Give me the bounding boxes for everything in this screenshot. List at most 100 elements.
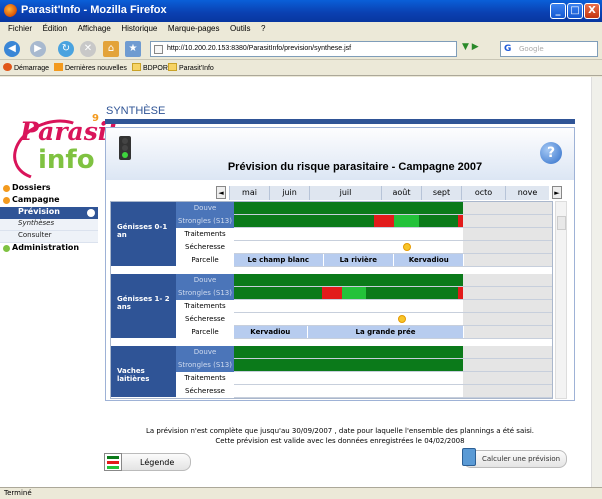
home-icon[interactable]: ⌂ xyxy=(103,41,119,57)
risk-segment[interactable] xyxy=(342,287,367,299)
month-label: juil xyxy=(309,186,381,200)
parcel-block[interactable]: La grande prée xyxy=(307,326,465,338)
bookmark-page-icon[interactable]: ★ xyxy=(125,41,141,57)
go-icon[interactable]: ▼ ▶ xyxy=(462,42,479,52)
risk-segment[interactable] xyxy=(418,215,458,227)
parcel-block[interactable]: La rivière xyxy=(323,254,394,266)
status-text: Terminé xyxy=(4,489,32,497)
sidebar-item-administration[interactable]: Administration xyxy=(0,243,98,255)
firefox-icon xyxy=(3,63,12,71)
risk-segment[interactable] xyxy=(234,274,464,286)
forecast-panel: Prévision du risque parasitaire - Campag… xyxy=(105,127,575,401)
future-area xyxy=(463,287,552,299)
menu-edition[interactable]: Édition xyxy=(43,24,67,33)
bookmark-bdporc[interactable]: BDPORC xyxy=(132,63,173,72)
maximize-button[interactable]: □ xyxy=(567,3,583,19)
future-area xyxy=(463,254,552,266)
future-area xyxy=(463,202,552,214)
grid-scrollbar[interactable] xyxy=(555,201,567,399)
grid-row: Sécheresse xyxy=(176,313,552,326)
drought-sun-icon[interactable] xyxy=(402,243,411,251)
timeline xyxy=(234,385,552,397)
sidebar-item-campagne[interactable]: Campagne xyxy=(0,195,98,207)
menu-outils[interactable]: Outils xyxy=(230,24,250,33)
risk-segment[interactable] xyxy=(374,215,394,227)
scroll-right-button[interactable]: ► xyxy=(552,186,562,199)
risk-segment[interactable] xyxy=(234,215,375,227)
url-bar[interactable]: http://10.200.20.153:8380/ParasitInfo/pr… xyxy=(150,41,457,57)
group-name: Génisses 0-1 an xyxy=(111,202,176,267)
bullet-icon xyxy=(3,197,10,204)
page-title: SYNTHÈSE xyxy=(106,105,166,117)
grid-row: Traitements xyxy=(176,372,552,385)
folder-icon xyxy=(132,63,141,71)
risk-segment[interactable] xyxy=(458,287,464,299)
close-button[interactable]: X xyxy=(584,3,600,19)
bullet-icon xyxy=(3,185,10,192)
future-area xyxy=(463,241,552,253)
menu-fichier[interactable]: Fichier xyxy=(8,24,32,33)
future-area xyxy=(463,228,552,240)
search-engine-icon[interactable]: G xyxy=(504,44,511,54)
menu-marque-pages[interactable]: Marque-pages xyxy=(168,24,220,33)
risk-segment[interactable] xyxy=(366,287,458,299)
row-label: Douve xyxy=(176,346,234,359)
grid-row: Douve xyxy=(176,202,552,215)
future-area xyxy=(463,346,552,358)
help-icon[interactable]: ? xyxy=(540,142,562,164)
timeline xyxy=(234,313,552,325)
legend-button[interactable]: Légende xyxy=(104,453,191,471)
bookmark-dernieres-nouvelles[interactable]: Dernières nouvelles xyxy=(54,63,127,72)
row-label: Traitements xyxy=(176,372,234,385)
back-icon[interactable]: ◀ xyxy=(4,41,20,57)
minimize-button[interactable]: _ xyxy=(550,3,566,19)
grid-row: Sécheresse xyxy=(176,385,552,398)
sidebar-subitem-syntheses[interactable]: Synthèses xyxy=(0,219,98,231)
reload-icon[interactable]: ↻ xyxy=(58,41,74,57)
bookmark-demarrage[interactable]: Démarrage xyxy=(3,63,49,72)
sidebar-item-prevision[interactable]: Prévision xyxy=(0,207,98,219)
sidebar-subitem-consulter[interactable]: Consulter xyxy=(0,231,98,243)
menu-historique[interactable]: Historique xyxy=(121,24,157,33)
grid-row: Traitements xyxy=(176,300,552,313)
menu-help[interactable]: ? xyxy=(261,24,265,33)
parcel-block[interactable]: Kervadiou xyxy=(234,326,308,338)
timeline xyxy=(234,287,552,299)
search-input[interactable]: G Google xyxy=(500,41,598,57)
panel-header: Prévision du risque parasitaire - Campag… xyxy=(106,128,574,180)
scrollbar-thumb[interactable] xyxy=(557,216,566,230)
risk-segment[interactable] xyxy=(234,359,464,371)
row-label: Parcelle xyxy=(176,254,234,267)
search-placeholder: Google xyxy=(519,45,544,53)
parcel-block[interactable]: Le champ blanc xyxy=(234,254,324,266)
rss-icon xyxy=(54,63,63,71)
month-label: août xyxy=(381,186,421,200)
traffic-light-icon xyxy=(119,136,131,160)
risk-segment[interactable] xyxy=(234,346,464,358)
timeline xyxy=(234,241,552,253)
sidebar-item-dossiers[interactable]: Dossiers xyxy=(0,183,98,195)
risk-segment[interactable] xyxy=(458,215,464,227)
parcel-block[interactable]: Kervadiou xyxy=(394,254,465,266)
calculate-forecast-button[interactable]: Calculer une prévision xyxy=(462,448,567,468)
forward-icon[interactable]: ▶ xyxy=(30,41,46,57)
section-divider xyxy=(105,119,575,124)
timeline xyxy=(234,372,552,384)
risk-segment[interactable] xyxy=(234,202,464,214)
grid-row: Parcelle Le champ blanc La rivière Kervadio… xyxy=(176,254,552,267)
risk-segment[interactable] xyxy=(322,287,343,299)
risk-segment[interactable] xyxy=(234,287,322,299)
drought-sun-icon[interactable] xyxy=(398,315,407,323)
scroll-left-button[interactable]: ◄ xyxy=(216,186,226,199)
bookmark-parasitinfo[interactable]: Parasit'Info xyxy=(168,63,214,72)
risk-segment[interactable] xyxy=(394,215,419,227)
stop-icon[interactable]: ✕ xyxy=(80,41,96,57)
collapse-icon[interactable] xyxy=(87,209,95,217)
menu-affichage[interactable]: Affichage xyxy=(78,24,111,33)
page-scrollbar[interactable] xyxy=(591,77,602,487)
months-header: ◄ mai juin juil août sept octo nove ► xyxy=(106,186,574,200)
menu-bar: Fichier Édition Affichage Historique Mar… xyxy=(0,22,602,38)
window-title: Parasit'Info - Mozilla Firefox xyxy=(21,4,167,16)
month-label: nove xyxy=(505,186,549,200)
month-label: sept xyxy=(421,186,461,200)
